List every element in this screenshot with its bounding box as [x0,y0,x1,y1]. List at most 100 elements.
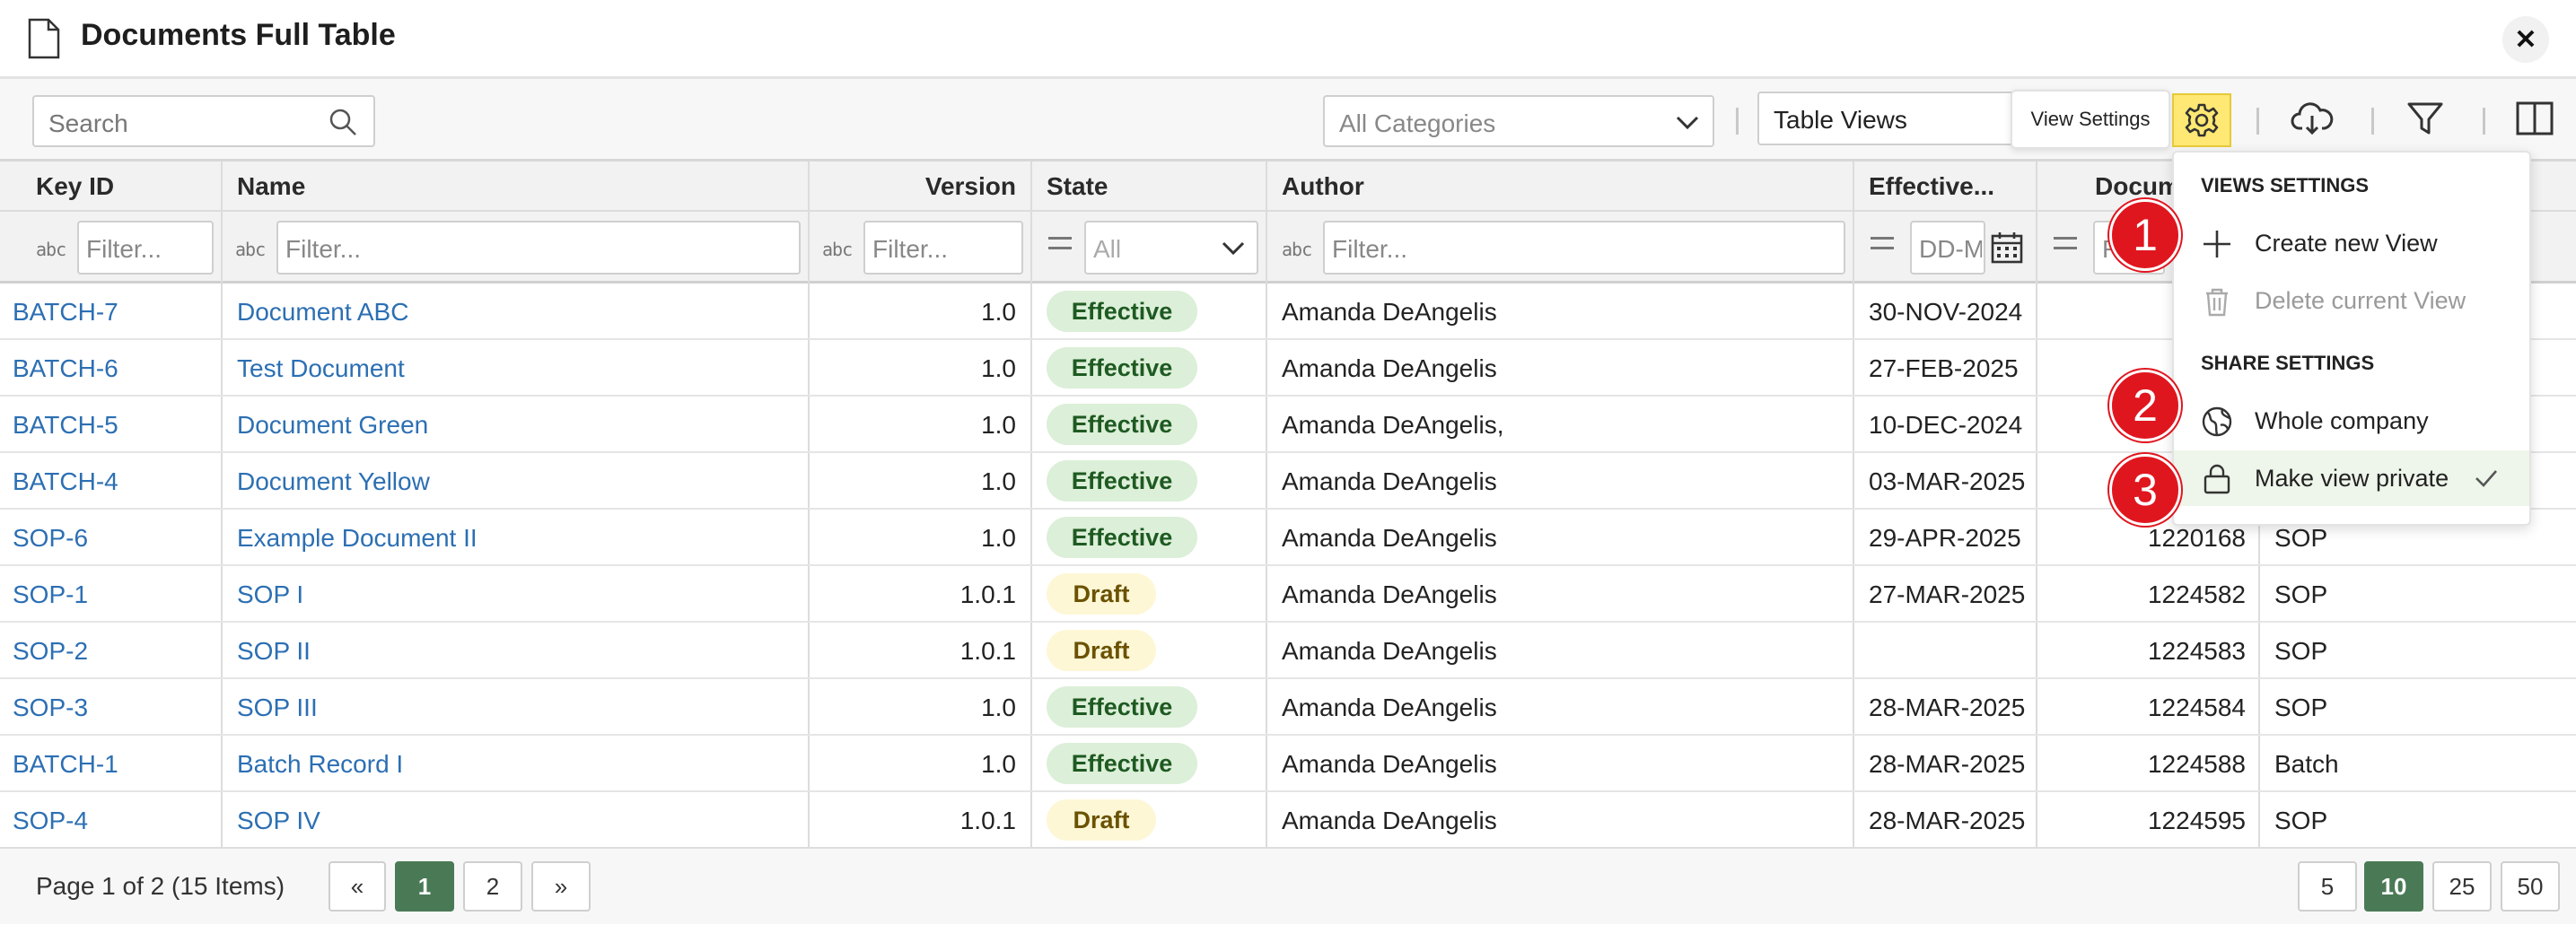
key-id-link[interactable]: BATCH-6 [13,354,118,383]
version-cell: 1.0.1 [959,580,1016,608]
key-id-link[interactable]: SOP-2 [13,637,88,666]
document-name-link[interactable]: SOP III [237,694,318,722]
state-badge: Effective [1047,347,1197,388]
document-number-cell: 1224583 [2147,637,2246,665]
search-icon[interactable] [329,108,357,136]
table-views-select[interactable]: Table Views [1757,92,2028,145]
search-input[interactable]: Search [32,95,375,147]
document-name-link[interactable]: SOP I [237,580,303,609]
search-placeholder: Search [48,109,128,137]
document-name-link[interactable]: Document Yellow [237,467,430,496]
table-row[interactable]: SOP-2 SOP II 1.0.1 Draft Amanda DeAngelis 122… [0,623,2576,679]
document-name-link[interactable]: SOP II [237,637,311,666]
page-size-10-button[interactable]: 10 [2364,861,2423,912]
whole-company-item[interactable]: Whole company [2174,393,2529,449]
step-callout-1: 1 [2109,199,2181,271]
column-header-name[interactable]: Name [237,172,305,201]
document-icon [28,18,60,59]
filter-icon[interactable] [2404,97,2447,140]
effective-date-cell: 29-APR-2025 [1869,524,2021,552]
key-id-link[interactable]: BATCH-7 [13,298,118,327]
version-cell: 1.0.1 [959,637,1016,665]
make-view-private-item[interactable]: Make view private [2174,450,2529,506]
delete-current-view-label: Delete current View [2255,287,2466,314]
share-settings-heading: SHARE SETTINGS [2201,352,2375,374]
key-id-link[interactable]: BATCH-5 [13,411,118,440]
document-number-cell: 1224595 [2147,807,2246,834]
delete-current-view-item[interactable]: Delete current View [2174,273,2529,328]
equals-icon [1048,237,1072,249]
key-id-link[interactable]: SOP-1 [13,580,88,609]
page-size-50-button[interactable]: 50 [2501,861,2560,912]
page-size-25-button[interactable]: 25 [2432,861,2492,912]
table-row[interactable]: BATCH-1 Batch Record I 1.0 Effective Amanda … [0,736,2576,792]
text-filter-icon: abc [822,239,853,260]
name-filter[interactable]: Filter... [276,221,801,275]
view-settings-button[interactable] [2172,93,2231,147]
version-cell: 1.0 [981,524,1016,552]
document-name-link[interactable]: SOP IV [237,807,320,835]
key-id-link[interactable]: SOP-3 [13,694,88,722]
close-icon: ✕ [2514,24,2537,55]
document-type-cell: SOP [2274,807,2328,834]
table-row[interactable]: SOP-4 SOP IV 1.0.1 Draft Amanda DeAngelis 28-… [0,792,2576,849]
page-2-button[interactable]: 2 [463,861,522,912]
page-1-button[interactable]: 1 [395,861,454,912]
key-id-link[interactable]: SOP-6 [13,524,88,553]
document-name-link[interactable]: Example Document II [237,524,478,553]
column-layout-icon[interactable] [2513,97,2556,140]
version-cell: 1.0 [981,467,1016,495]
create-new-view-item[interactable]: Create new View [2174,215,2529,271]
calendar-icon[interactable] [1989,230,2025,266]
effective-date-cell: 28-MAR-2025 [1869,694,2026,721]
close-button[interactable]: ✕ [2502,16,2549,63]
next-page-button[interactable]: » [531,861,591,912]
version-cell: 1.0 [981,694,1016,721]
column-header-author[interactable]: Author [1282,172,1364,201]
author-cell: Amanda DeAngelis [1282,298,1497,326]
author-cell: Amanda DeAngelis [1282,524,1497,552]
view-settings-tooltip: View Settings [2011,90,2170,149]
version-filter[interactable]: Filter... [863,221,1023,275]
state-badge: Effective [1047,291,1197,332]
equals-icon [1871,237,1894,249]
state-filter-select[interactable]: All [1084,221,1258,275]
table-row[interactable]: SOP-3 SOP III 1.0 Effective Amanda DeAngelis… [0,679,2576,736]
checkmark-icon [2475,470,2497,487]
column-header-key-id[interactable]: Key ID [36,172,114,201]
key-id-link[interactable]: BATCH-4 [13,467,118,496]
page-size-5-button[interactable]: 5 [2298,861,2357,912]
document-number-cell: 1224588 [2147,750,2246,778]
author-filter[interactable]: Filter... [1323,221,1845,275]
author-cell: Amanda DeAngelis [1282,694,1497,721]
category-select[interactable]: All Categories [1323,95,1714,147]
step-callout-2: 2 [2109,370,2181,441]
divider [1736,108,1739,135]
author-cell: Amanda DeAngelis, [1282,411,1504,439]
document-name-link[interactable]: Document Green [237,411,428,440]
state-badge: Effective [1047,460,1197,502]
whole-company-label: Whole company [2255,407,2429,434]
cloud-download-icon[interactable] [2291,97,2334,140]
documents-full-table-window: Documents Full Table ✕ Search All Catego… [0,0,2576,924]
author-cell: Amanda DeAngelis [1282,807,1497,834]
key-id-link[interactable]: SOP-4 [13,807,88,835]
gear-icon [2185,103,2219,137]
version-cell: 1.0.1 [959,807,1016,834]
prev-page-button[interactable]: « [329,861,386,912]
table-views-label: Table Views [1774,106,1907,134]
document-name-link[interactable]: Document ABC [237,298,408,327]
column-header-state[interactable]: State [1047,172,1108,201]
column-header-effective[interactable]: Effective... [1869,172,1994,201]
column-header-document-number[interactable]: Docum [2095,172,2180,201]
filter-placeholder: Filter... [86,235,162,263]
document-name-link[interactable]: Test Document [237,354,405,383]
table-row[interactable]: SOP-1 SOP I 1.0.1 Draft Amanda DeAngelis 27-M… [0,566,2576,623]
key-id-filter[interactable]: Filter... [77,221,214,275]
divider [2483,108,2485,135]
lock-icon [2204,464,2230,494]
key-id-link[interactable]: BATCH-1 [13,750,118,779]
effective-date-filter[interactable]: DD-M [1910,221,1985,275]
document-name-link[interactable]: Batch Record I [237,750,403,779]
column-header-version[interactable]: Version [925,172,1016,201]
